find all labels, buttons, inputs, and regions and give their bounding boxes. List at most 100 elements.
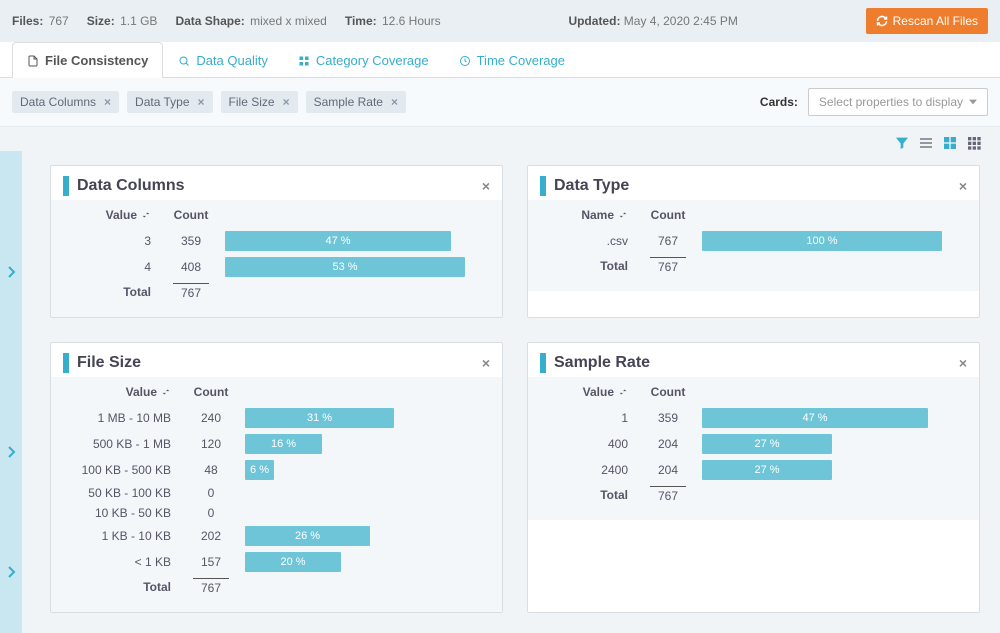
row-value: .csv <box>540 234 640 248</box>
cards-selector-group: Cards: Select properties to display <box>760 88 988 116</box>
header-count[interactable]: Count <box>163 208 219 222</box>
header-count[interactable]: Count <box>640 385 696 399</box>
header-count[interactable]: Count <box>183 385 239 399</box>
total-label: Total <box>540 259 640 273</box>
metric-updated: Updated: May 4, 2020 2:45 PM <box>568 14 737 28</box>
rail-expand-button[interactable] <box>0 182 22 362</box>
rail-expand-button[interactable] <box>0 362 22 542</box>
card-body: Name Count .csv 767 100 % Total 767 <box>528 200 979 291</box>
total-row: Total 767 <box>540 483 967 506</box>
row-count: 0 <box>183 506 239 520</box>
total-value: 767 <box>183 578 239 595</box>
header-value[interactable]: Value <box>63 385 183 399</box>
sort-icon[interactable] <box>141 210 151 220</box>
row-bar-cell: 31 % <box>239 408 490 428</box>
tab-file-consistency[interactable]: File Consistency <box>12 42 163 78</box>
row-count: 767 <box>640 234 696 248</box>
rescan-button[interactable]: Rescan All Files <box>866 8 988 34</box>
row-count: 157 <box>183 555 239 569</box>
header-value[interactable]: Value <box>540 385 640 399</box>
tab-data-quality[interactable]: Data Quality <box>163 42 283 78</box>
cards-select-placeholder: Select properties to display <box>819 95 963 109</box>
table-row: 1 359 47 % <box>540 405 967 431</box>
total-label: Total <box>63 580 183 594</box>
sort-icon[interactable] <box>161 387 171 397</box>
percent-bar: 20 % <box>245 552 341 572</box>
row-count: 0 <box>183 486 239 500</box>
card-close-button[interactable]: × <box>482 355 490 371</box>
column-headers: Name Count <box>540 204 967 228</box>
cards-grid: Data Columns × Value Count 3 359 47 % 4 … <box>22 151 1000 633</box>
chip-label: Data Columns <box>20 95 96 109</box>
sort-icon[interactable] <box>618 387 628 397</box>
card-close-button[interactable]: × <box>482 178 490 194</box>
chip-label: Sample Rate <box>314 95 383 109</box>
row-bar-cell: 53 % <box>219 257 490 277</box>
chip-data-columns[interactable]: Data Columns × <box>12 91 119 113</box>
column-headers: Value Count <box>540 381 967 405</box>
percent-bar: 16 % <box>245 434 322 454</box>
chevron-down-icon <box>969 98 977 106</box>
cards-select-dropdown[interactable]: Select properties to display <box>808 88 988 116</box>
row-count: 204 <box>640 463 696 477</box>
header-count[interactable]: Count <box>640 208 696 222</box>
small-grid-view-icon[interactable] <box>966 135 982 151</box>
clock-icon <box>459 55 471 67</box>
tabs-bar: File Consistency Data Quality Category C… <box>0 42 1000 78</box>
card-close-button[interactable]: × <box>959 178 967 194</box>
chip-label: File Size <box>229 95 275 109</box>
metric-shape: Data Shape: mixed x mixed <box>175 14 326 28</box>
tab-time-coverage[interactable]: Time Coverage <box>444 42 580 78</box>
filter-icon[interactable] <box>894 135 910 151</box>
search-icon <box>178 55 190 67</box>
percent-bar: 6 % <box>245 460 274 480</box>
tab-label: Time Coverage <box>477 53 565 68</box>
card-data-columns: Data Columns × Value Count 3 359 47 % 4 … <box>50 165 503 318</box>
row-bar-cell: 100 % <box>696 231 967 251</box>
row-bar-cell: 6 % <box>239 460 490 480</box>
table-row: 400 204 27 % <box>540 431 967 457</box>
percent-bar: 47 % <box>702 408 928 428</box>
table-row: .csv 767 100 % <box>540 228 967 254</box>
chip-data-type[interactable]: Data Type× <box>127 91 213 113</box>
tab-category-coverage[interactable]: Category Coverage <box>283 42 444 78</box>
table-row: < 1 KB 157 20 % <box>63 549 490 575</box>
metric-time: Time: 12.6 Hours <box>345 14 441 28</box>
row-count: 359 <box>640 411 696 425</box>
large-grid-view-icon[interactable] <box>942 135 958 151</box>
total-label: Total <box>63 285 163 299</box>
side-rail <box>0 151 22 633</box>
chip-remove-icon[interactable]: × <box>104 95 111 109</box>
percent-bar: 53 % <box>225 257 465 277</box>
chip-remove-icon[interactable]: × <box>198 95 205 109</box>
card-header: Data Columns × <box>51 166 502 200</box>
table-row: 2400 204 27 % <box>540 457 967 483</box>
row-value: 2400 <box>540 463 640 477</box>
card-close-button[interactable]: × <box>959 355 967 371</box>
chip-file-size[interactable]: File Size × <box>221 91 298 113</box>
tab-label: Data Quality <box>196 53 268 68</box>
metrics-group: Files: 767 Size: 1.1 GB Data Shape: mixe… <box>12 14 441 28</box>
row-value: 100 KB - 500 KB <box>63 463 183 477</box>
row-bar-cell: 47 % <box>219 231 490 251</box>
file-icon <box>27 55 39 67</box>
list-view-icon[interactable] <box>918 135 934 151</box>
header-value[interactable]: Name <box>540 208 640 222</box>
row-count: 240 <box>183 411 239 425</box>
row-value: 4 <box>63 260 163 274</box>
row-value: < 1 KB <box>63 555 183 569</box>
card-data-type: Data Type × Name Count .csv 767 100 % To… <box>527 165 980 318</box>
row-count: 408 <box>163 260 219 274</box>
card-body: Value Count 1 MB - 10 MB 240 31 % 500 KB… <box>51 377 502 612</box>
card-title: File Size <box>77 354 141 372</box>
header-value[interactable]: Value <box>63 208 163 222</box>
chip-remove-icon[interactable]: × <box>283 95 290 109</box>
rail-expand-button[interactable] <box>0 542 22 602</box>
table-row: 4 408 53 % <box>63 254 490 280</box>
content-area: Data Columns × Value Count 3 359 47 % 4 … <box>0 151 1000 633</box>
chip-sample-rate[interactable]: Sample Rate × <box>306 91 406 113</box>
card-title: Sample Rate <box>554 354 650 372</box>
sort-icon[interactable] <box>618 210 628 220</box>
chip-remove-icon[interactable]: × <box>391 95 398 109</box>
row-value: 3 <box>63 234 163 248</box>
